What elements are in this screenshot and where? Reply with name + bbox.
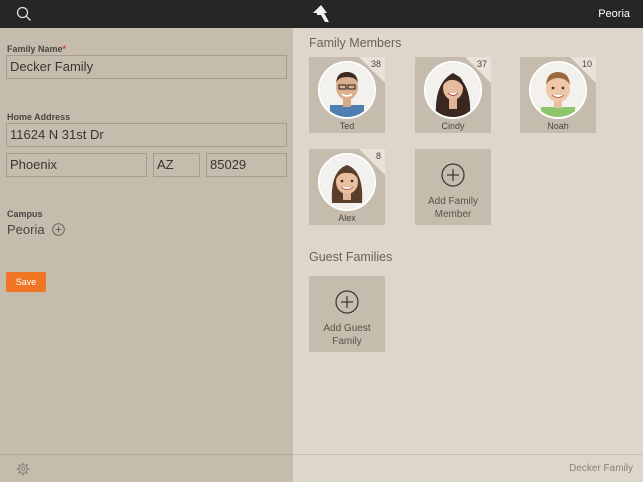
member-tile-cindy[interactable]: 37 Cindy bbox=[415, 57, 491, 133]
rock-logo-icon bbox=[313, 5, 329, 22]
member-age: 38 bbox=[370, 59, 381, 69]
member-tile-alex[interactable]: 8 Alex bbox=[309, 149, 385, 225]
member-age: 8 bbox=[375, 151, 381, 161]
campus-label: Campus bbox=[7, 209, 43, 219]
gear-icon[interactable] bbox=[16, 462, 30, 476]
avatar bbox=[318, 61, 376, 119]
add-circle-icon bbox=[335, 290, 359, 314]
add-guest-family-label: Add Guest Family bbox=[323, 323, 371, 347]
member-name: Ted bbox=[339, 121, 355, 131]
family-name-input[interactable]: Decker Family bbox=[6, 55, 287, 79]
avatar bbox=[318, 153, 376, 211]
member-age: 37 bbox=[476, 59, 487, 69]
member-age: 10 bbox=[581, 59, 592, 69]
add-family-member-button[interactable]: Add Family Member bbox=[415, 149, 491, 225]
campus-selector[interactable]: Peoria bbox=[598, 8, 630, 20]
family-name-label: Family Name* bbox=[7, 44, 67, 54]
add-guest-family-button[interactable]: Add Guest Family bbox=[309, 276, 385, 352]
family-name-footer: Decker Family bbox=[569, 463, 633, 474]
avatar-photo-noah bbox=[531, 63, 585, 117]
home-address-label: Home Address bbox=[7, 112, 71, 122]
save-button[interactable]: Save bbox=[6, 272, 46, 292]
member-name: Noah bbox=[547, 121, 569, 131]
member-name: Cindy bbox=[441, 121, 465, 131]
member-name: Alex bbox=[338, 213, 356, 223]
family-form-panel: Family Name* Decker Family Home Address … bbox=[0, 28, 293, 454]
avatar bbox=[424, 61, 482, 119]
add-circle-icon bbox=[441, 163, 465, 187]
city-input[interactable]: Phoenix bbox=[6, 153, 147, 177]
campus-value[interactable]: Peoria bbox=[7, 222, 45, 237]
top-bar: Peoria bbox=[0, 0, 643, 28]
member-tile-ted[interactable]: 38 Ted bbox=[309, 57, 385, 133]
state-input[interactable]: AZ bbox=[153, 153, 200, 177]
bottom-bar-left bbox=[0, 454, 293, 482]
zip-input[interactable]: 85029 bbox=[206, 153, 287, 177]
avatar bbox=[529, 61, 587, 119]
add-circle-icon[interactable] bbox=[52, 223, 65, 236]
bottom-bar-right: Decker Family bbox=[293, 454, 643, 482]
family-members-panel: Family Members 38 Ted 37 Cindy 10 Noah 8… bbox=[293, 28, 643, 454]
add-family-member-label: Add Family Member bbox=[427, 196, 478, 220]
avatar-photo-alex bbox=[320, 155, 374, 209]
family-members-title: Family Members bbox=[309, 36, 402, 50]
search-icon[interactable] bbox=[16, 6, 32, 22]
street-input[interactable]: 11624 N 31st Dr bbox=[6, 123, 287, 147]
avatar-photo-ted bbox=[320, 63, 374, 117]
avatar-photo-cindy bbox=[426, 63, 480, 117]
guest-families-title: Guest Families bbox=[309, 250, 393, 264]
member-tile-noah[interactable]: 10 Noah bbox=[520, 57, 596, 133]
